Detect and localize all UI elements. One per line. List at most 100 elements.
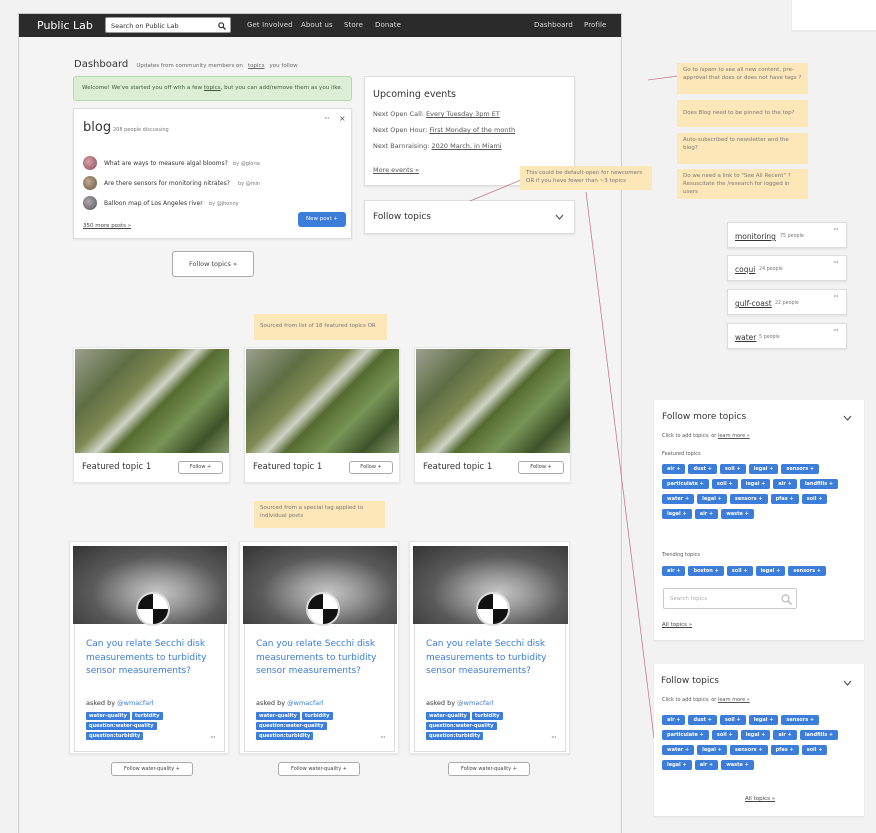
tag[interactable]: turbidity xyxy=(301,712,333,720)
author-link[interactable]: @wmacfarl xyxy=(287,699,323,707)
topic-tag[interactable]: air + xyxy=(773,730,797,740)
tag[interactable]: question:turbidity xyxy=(426,732,484,740)
all-topics-link[interactable]: All topics » xyxy=(745,796,775,802)
author-link[interactable]: @wmacfarl xyxy=(117,699,153,707)
tag[interactable]: water-quality xyxy=(256,712,300,720)
question-card: Can you relate Secchi disk measurements … xyxy=(239,541,399,754)
tag[interactable]: question:water-quality xyxy=(426,722,497,730)
topic-tag[interactable]: legal + xyxy=(697,494,727,504)
follow-water-quality-button[interactable]: Follow water-quality + xyxy=(448,762,530,776)
question-byline: asked by @wmacfarl xyxy=(86,699,154,707)
follow-button[interactable]: Follow + xyxy=(349,461,393,474)
question-title[interactable]: Can you relate Secchi disk measurements … xyxy=(86,638,218,679)
topic-tag[interactable]: air + xyxy=(694,760,719,770)
featured-topic-title[interactable]: Featured topic 1 xyxy=(423,462,492,472)
topic-tag[interactable]: air + xyxy=(662,566,686,576)
follow-button[interactable]: Follow + xyxy=(518,461,564,474)
topic-tag[interactable]: water + xyxy=(662,745,695,755)
topic-tag[interactable]: waste + xyxy=(721,760,754,770)
chevron-down-icon[interactable] xyxy=(843,680,852,687)
more-options-icon[interactable]: ··· xyxy=(833,292,839,301)
topic-tag[interactable]: air + xyxy=(662,715,686,725)
topic-tag[interactable]: soil + xyxy=(726,566,753,576)
topic-tag[interactable]: particulate + xyxy=(662,730,709,740)
learn-more-link[interactable]: learn more » xyxy=(718,433,750,439)
follow-water-quality-button[interactable]: Follow water-quality + xyxy=(278,762,360,776)
question-title[interactable]: Can you relate Secchi disk measurements … xyxy=(426,638,558,679)
tag[interactable]: water-quality xyxy=(426,712,470,720)
more-options-icon[interactable]: ··· xyxy=(210,733,216,742)
topic-chip-name[interactable]: water xyxy=(735,333,756,342)
featured-topic-title[interactable]: Featured topic 1 xyxy=(253,462,322,472)
topic-tag[interactable]: soil + xyxy=(801,745,828,755)
topic-tag[interactable]: legal + xyxy=(662,760,692,770)
topic-tag[interactable]: soil + xyxy=(719,464,746,474)
topic-chip-name[interactable]: gulf-coast xyxy=(735,299,772,308)
chevron-down-icon[interactable] xyxy=(843,415,852,422)
topic-tag[interactable]: water + xyxy=(662,494,695,504)
tag[interactable]: turbidity xyxy=(471,712,503,720)
learn-more-link[interactable]: learn more » xyxy=(718,697,750,703)
topic-tag[interactable]: landfills + xyxy=(799,730,839,740)
topic-tag[interactable]: soil + xyxy=(801,494,828,504)
topic-tag[interactable]: soil + xyxy=(711,730,738,740)
topic-tag[interactable]: air + xyxy=(773,479,797,489)
author-link[interactable]: @wmacfarl xyxy=(457,699,493,707)
tag[interactable]: turbidity xyxy=(131,712,163,720)
topic-tag[interactable]: legal + xyxy=(697,745,727,755)
follow-water-quality-button[interactable]: Follow water-quality + xyxy=(111,762,193,776)
topic-chip-name[interactable]: coqui xyxy=(735,265,755,274)
all-topics-link[interactable]: All topics » xyxy=(662,622,692,628)
search-topics-input[interactable]: Search topics xyxy=(663,588,797,609)
annotation-note: Does Blog need to be pinned to the top? xyxy=(677,100,808,127)
tag[interactable]: question:water-quality xyxy=(256,722,327,730)
topic-tag[interactable]: sensors + xyxy=(781,464,820,474)
featured-topic-title[interactable]: Featured topic 1 xyxy=(82,462,151,472)
topic-tag[interactable]: soil + xyxy=(711,479,738,489)
topic-tag[interactable]: pfas + xyxy=(770,745,799,755)
follow-button[interactable]: Follow + xyxy=(178,461,223,474)
trending-topics-label: Trending topics xyxy=(662,552,700,558)
topic-tag[interactable]: legal + xyxy=(755,566,786,576)
topic-tag[interactable]: particulate + xyxy=(662,479,709,489)
question-byline: asked by @wmacfarl xyxy=(426,699,494,707)
topic-tag[interactable]: air + xyxy=(694,509,719,519)
more-options-icon[interactable]: ··· xyxy=(833,225,839,234)
topic-tag[interactable]: dust + xyxy=(688,464,717,474)
topic-tag[interactable]: boston + xyxy=(688,566,724,576)
topic-tag[interactable]: dust + xyxy=(688,715,717,725)
topic-tag[interactable]: soil + xyxy=(719,715,746,725)
tag[interactable]: water-quality xyxy=(86,712,130,720)
topic-chip[interactable]: monitoring 75 people ··· xyxy=(727,222,847,248)
topic-tag[interactable]: legal + xyxy=(662,509,692,519)
question-title[interactable]: Can you relate Secchi disk measurements … xyxy=(256,638,388,679)
more-options-icon[interactable]: ··· xyxy=(833,258,839,267)
topic-tag[interactable]: legal + xyxy=(748,715,779,725)
tag[interactable]: question:turbidity xyxy=(256,732,314,740)
featured-topic-image xyxy=(246,349,399,453)
topic-chip[interactable]: coqui 24 people ··· xyxy=(727,255,847,281)
topic-tag[interactable]: pfas + xyxy=(770,494,799,504)
tag[interactable]: question:water-quality xyxy=(86,722,157,730)
topic-tag[interactable]: sensors + xyxy=(729,494,768,504)
corner-card xyxy=(792,0,876,30)
follow-more-title: Follow more topics xyxy=(662,412,747,422)
more-options-icon[interactable]: ··· xyxy=(380,733,386,742)
topic-tag[interactable]: landfills + xyxy=(799,479,839,489)
more-options-icon[interactable]: ··· xyxy=(551,733,557,742)
topic-chip-name[interactable]: monitoring xyxy=(735,232,776,241)
tag[interactable]: question:turbidity xyxy=(86,732,144,740)
asked-by-label: asked by xyxy=(256,699,286,707)
topic-tag[interactable]: air + xyxy=(662,464,686,474)
topic-tag[interactable]: sensors + xyxy=(781,715,820,725)
topic-tag[interactable]: sensors + xyxy=(788,566,826,576)
topic-tag[interactable]: legal + xyxy=(740,479,771,489)
topic-chip[interactable]: water 5 people ··· xyxy=(727,323,847,349)
topic-chip[interactable]: gulf-coast 22 people ··· xyxy=(727,289,847,315)
search-icon[interactable] xyxy=(781,594,792,605)
topic-tag[interactable]: sensors + xyxy=(729,745,768,755)
topic-tag[interactable]: legal + xyxy=(748,464,779,474)
more-options-icon[interactable]: ··· xyxy=(833,326,839,335)
topic-tag[interactable]: waste + xyxy=(721,509,754,519)
topic-tag[interactable]: legal + xyxy=(740,730,771,740)
